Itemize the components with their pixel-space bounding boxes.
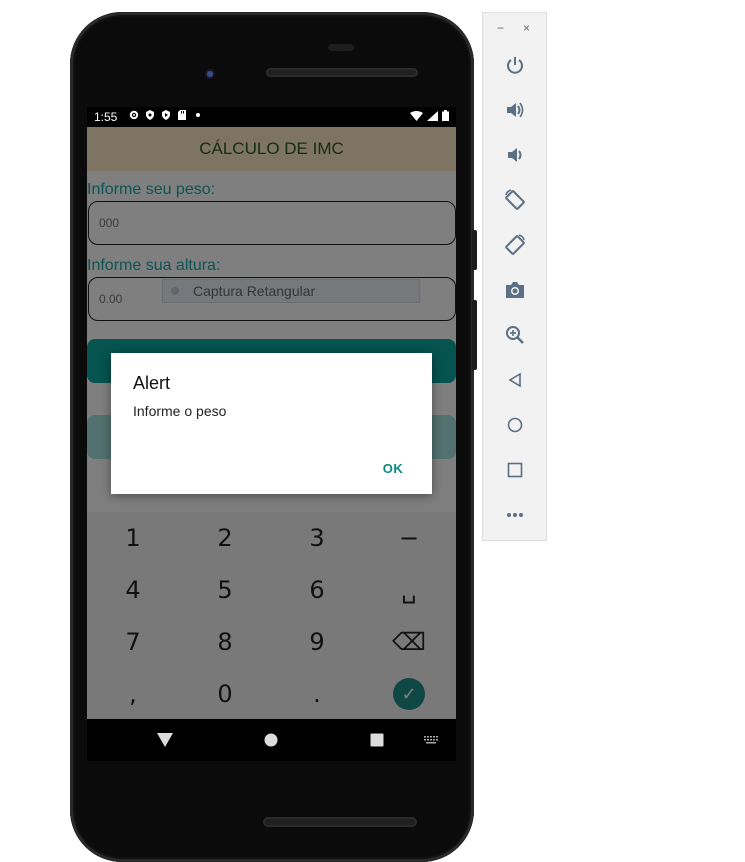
home-icon[interactable] — [503, 413, 527, 437]
close-button[interactable]: × — [523, 21, 530, 35]
device-screen: 1:55 000 0.00 Alert Informe o peso OK — [87, 107, 456, 719]
bottom-speaker — [263, 817, 417, 827]
more-icon[interactable] — [503, 503, 527, 527]
system-nav-bar — [87, 719, 456, 761]
overview-icon[interactable] — [503, 458, 527, 482]
battery-icon — [442, 110, 449, 121]
wifi-icon — [410, 110, 423, 121]
dialog-ok-button[interactable]: OK — [369, 453, 417, 483]
shield-play-icon — [161, 110, 171, 120]
zoom-icon[interactable] — [503, 323, 527, 347]
status-notification-icons — [129, 110, 203, 120]
signal-icon — [427, 110, 438, 121]
volume-side-button — [472, 300, 477, 370]
dialog-title: Alert — [133, 373, 171, 393]
shield-icon — [145, 110, 155, 120]
front-camera — [202, 66, 218, 82]
earpiece-speaker — [266, 68, 418, 77]
sd-card-icon — [177, 110, 187, 120]
power-side-button — [472, 230, 477, 270]
dialog-message: Informe o peso — [133, 403, 227, 419]
rotate-right-icon[interactable] — [503, 233, 527, 257]
nav-keyboard-icon[interactable] — [418, 727, 444, 753]
nav-overview-icon[interactable] — [364, 727, 390, 753]
status-time: 1:55 — [94, 110, 118, 124]
minimize-button[interactable]: − — [497, 21, 504, 35]
emulator-toolbar: − × — [482, 12, 547, 541]
volume-down-icon[interactable] — [503, 143, 527, 167]
dot-icon — [193, 110, 203, 120]
nav-home-icon[interactable] — [258, 727, 284, 753]
settings-icon — [129, 110, 139, 120]
status-bar: 1:55 — [87, 107, 456, 127]
rotate-left-icon[interactable] — [503, 188, 527, 212]
camera-icon[interactable] — [503, 278, 527, 302]
top-slot — [328, 44, 354, 51]
alert-dialog: Alert Informe o peso OK — [111, 353, 432, 494]
nav-back-icon[interactable] — [152, 727, 178, 753]
power-icon[interactable] — [503, 53, 527, 77]
back-icon[interactable] — [503, 368, 527, 392]
status-system-icons — [410, 110, 449, 121]
volume-up-icon[interactable] — [503, 98, 527, 122]
